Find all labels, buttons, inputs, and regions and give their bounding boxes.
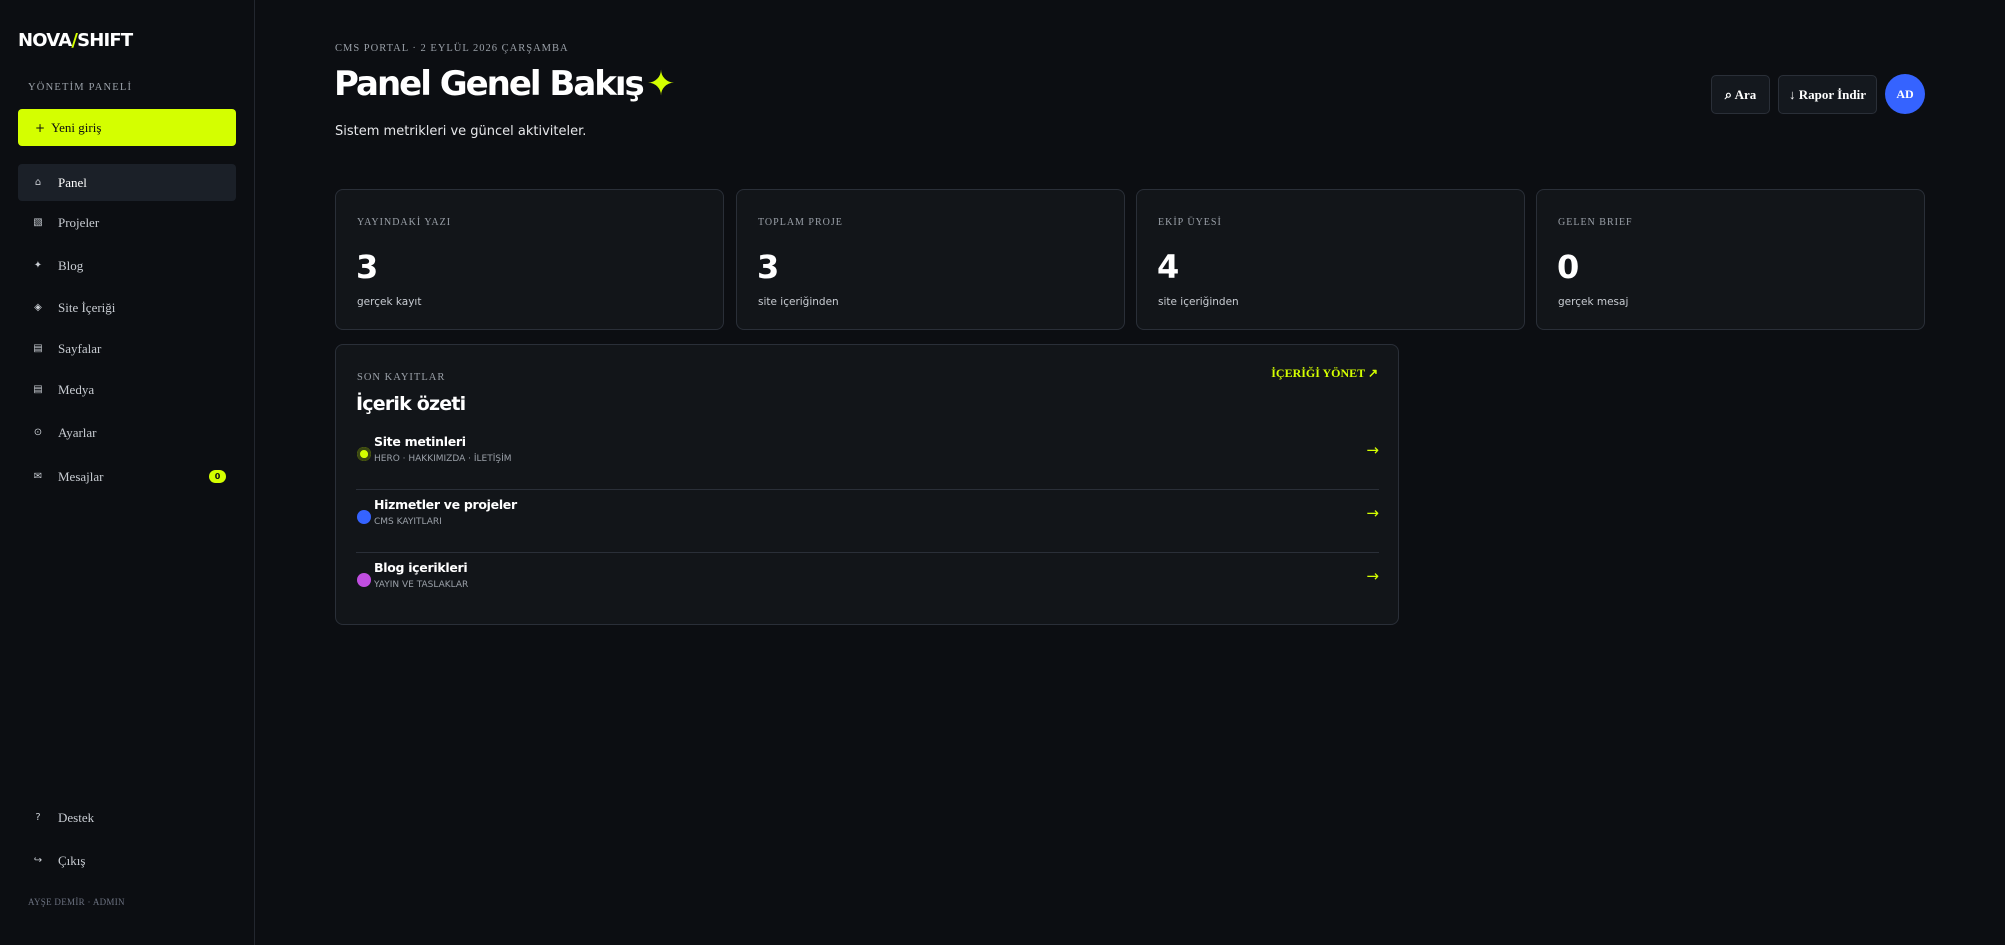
sidebar-item-label: Medya: [58, 381, 95, 397]
sidebar-item-sayfalar[interactable]: ▤ Sayfalar: [18, 330, 236, 367]
sidebar-item-ayarlar[interactable]: ⊙ Ayarlar: [18, 414, 236, 451]
current-user-label: AYŞE DEMİR · ADMIN: [28, 897, 125, 907]
sidebar-item-mesajlar[interactable]: ✉ Mesajlar 0: [18, 458, 236, 495]
list-item-meta: HERO · HAKKIMIZDA · İLETİŞİM: [374, 454, 512, 464]
list-item[interactable]: Blog içerikleri YAYIN VE TASLAKLAR →: [356, 553, 1379, 616]
stat-card-published-posts: YAYINDAKİ YAZI 3 gerçek kayıt: [335, 189, 724, 330]
download-report-button[interactable]: ↓ Rapor İndir: [1778, 75, 1877, 114]
stat-value: 4: [1157, 248, 1180, 286]
status-dot: [357, 447, 371, 461]
page-title: Panel Genel Bakış ✦: [334, 64, 676, 104]
stat-value: 3: [356, 248, 379, 286]
sparkle-icon: ✦: [646, 64, 676, 104]
sidebar-item-label: Destek: [58, 809, 95, 825]
stat-label: GELEN BRIEF: [1558, 217, 1633, 228]
arrow-right-icon[interactable]: →: [1366, 504, 1379, 522]
messages-count-badge: 0: [209, 470, 226, 483]
new-entry-label: Yeni giriş: [51, 119, 102, 135]
list-item[interactable]: Site metinleri HERO · HAKKIMIZDA · İLETİ…: [356, 427, 1379, 490]
sidebar-item-medya[interactable]: ▤ Medya: [18, 371, 236, 408]
sparkle-icon: ✦: [33, 260, 43, 271]
stat-value: 3: [757, 248, 780, 286]
home-icon: ⌂: [34, 177, 42, 188]
plus-icon: +: [35, 120, 46, 135]
grid-icon: ▧: [33, 217, 43, 228]
stat-caption: site içeriğinden: [758, 296, 839, 308]
list-item-title: Blog içerikleri: [374, 560, 468, 575]
sidebar-item-site-icerigi[interactable]: ◈ Site İçeriği: [18, 289, 236, 326]
breadcrumb: CMS PORTAL · 2 EYLÜL 2026 ÇARŞAMBA: [335, 43, 569, 54]
sidebar-item-label: Çıkış: [58, 852, 86, 868]
sidebar-item-destek[interactable]: ? Destek: [18, 799, 236, 836]
sidebar-item-label: Projeler: [58, 214, 100, 230]
arrow-right-icon[interactable]: →: [1366, 441, 1379, 459]
list-item-meta: YAYIN VE TASLAKLAR: [374, 580, 469, 590]
sidebar-item-label: Ayarlar: [58, 424, 97, 440]
sidebar-item-cikis[interactable]: ↪ Çıkış: [18, 842, 236, 879]
stat-caption: gerçek kayıt: [357, 296, 422, 308]
stat-value: 0: [1557, 248, 1580, 286]
sidebar-item-label: Sayfalar: [58, 340, 102, 356]
logout-icon: ↪: [33, 855, 43, 866]
brand-logo[interactable]: NOVA/SHIFT: [18, 30, 133, 51]
stat-caption: site içeriğinden: [1158, 296, 1239, 308]
settings-icon: ⊙: [33, 427, 43, 438]
layers-icon: ◈: [34, 302, 42, 313]
list-item[interactable]: Hizmetler ve projeler CMS KAYITLARI →: [356, 490, 1379, 553]
stat-card-total-projects: TOPLAM PROJE 3 site içeriğinden: [736, 189, 1125, 330]
pages-icon: ▤: [33, 343, 43, 354]
stat-card-team-members: EKİP ÜYESİ 4 site içeriğinden: [1136, 189, 1525, 330]
summary-title: İçerik özeti: [356, 393, 466, 415]
manage-content-link[interactable]: İÇERİĞİ YÖNET ↗: [1271, 366, 1378, 381]
stat-label: EKİP ÜYESİ: [1158, 217, 1222, 228]
content-summary-panel: SON KAYITLAR İçerik özeti İÇERİĞİ YÖNET …: [335, 344, 1399, 625]
arrow-right-icon[interactable]: →: [1366, 567, 1379, 585]
search-button[interactable]: ⌕ Ara: [1711, 75, 1770, 114]
avatar[interactable]: AD: [1885, 74, 1925, 114]
stat-label: TOPLAM PROJE: [758, 217, 843, 228]
mail-icon: ✉: [33, 471, 43, 482]
stat-caption: gerçek mesaj: [1558, 296, 1629, 308]
list-item-title: Hizmetler ve projeler: [374, 497, 517, 512]
page-subtitle: Sistem metrikleri ve güncel aktiviteler.: [335, 124, 587, 139]
sidebar-item-label: Blog: [58, 257, 84, 273]
status-dot: [357, 510, 371, 524]
sidebar-item-projeler[interactable]: ▧ Projeler: [18, 204, 236, 241]
list-item-title: Site metinleri: [374, 434, 466, 449]
sidebar-item-label: Site İçeriği: [58, 299, 116, 315]
sidebar: NOVA/SHIFT YÖNETİM PANELİ + Yeni giriş ⌂…: [0, 0, 255, 945]
sidebar-item-panel[interactable]: ⌂ Panel: [18, 164, 236, 201]
new-entry-button[interactable]: + Yeni giriş: [18, 109, 236, 146]
sidebar-item-label: Mesajlar: [58, 468, 104, 484]
sidebar-section-label: YÖNETİM PANELİ: [28, 82, 133, 93]
stat-card-incoming-briefs: GELEN BRIEF 0 gerçek mesaj: [1536, 189, 1925, 330]
status-dot: [357, 573, 371, 587]
sidebar-item-blog[interactable]: ✦ Blog: [18, 247, 236, 284]
summary-eyebrow: SON KAYITLAR: [357, 372, 446, 383]
media-icon: ▤: [33, 384, 43, 395]
sidebar-item-label: Panel: [58, 174, 87, 190]
stat-label: YAYINDAKİ YAZI: [357, 217, 452, 228]
list-item-meta: CMS KAYITLARI: [374, 517, 442, 527]
help-icon: ?: [35, 812, 41, 823]
